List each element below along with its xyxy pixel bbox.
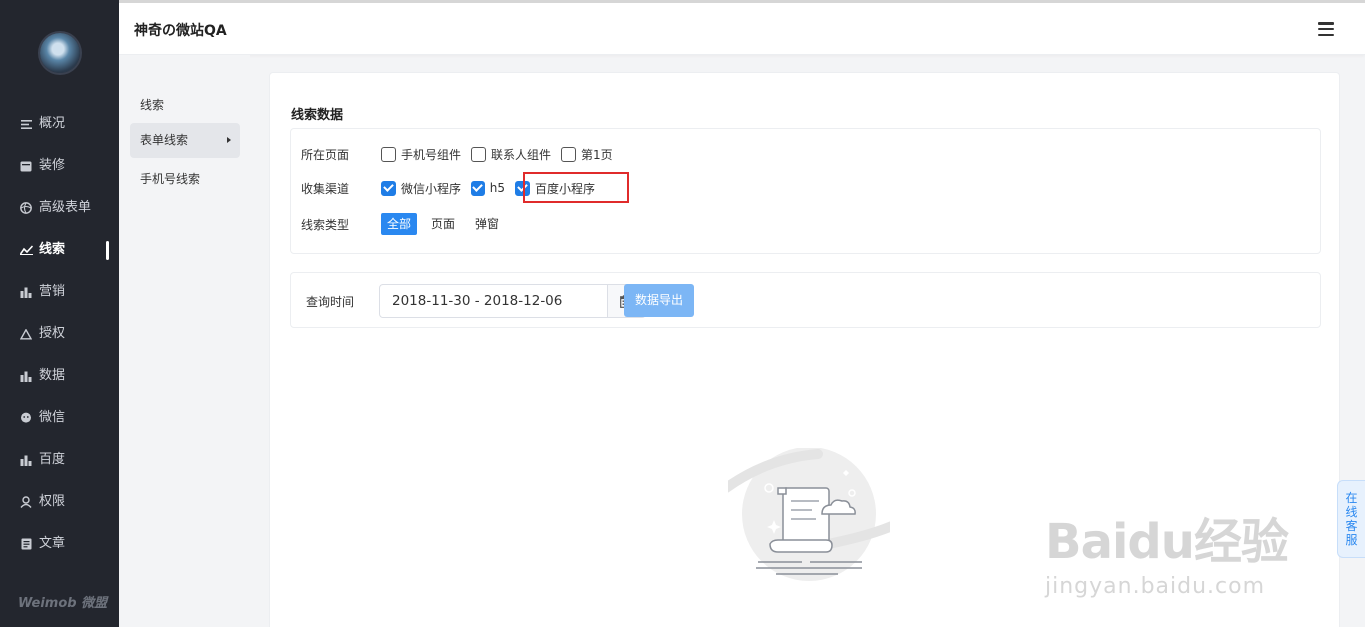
main-card: 线索数据 所在页面 手机号组件 联系人组件 第1页 收集渠道 微信小程序 h5 … — [269, 72, 1340, 627]
checkbox-box[interactable] — [381, 146, 396, 162]
checkbox-phone-component[interactable]: 手机号组件 — [381, 146, 461, 163]
filter-label: 所在页面 — [301, 147, 350, 162]
filter-row-page: 所在页面 手机号组件 联系人组件 第1页 — [301, 142, 623, 166]
hamburger-menu-icon[interactable] — [1318, 22, 1334, 36]
type-tag-popup[interactable]: 弹窗 — [469, 213, 505, 235]
list-icon — [19, 117, 33, 131]
ball-icon — [19, 201, 33, 215]
checkbox-label: h5 — [489, 181, 506, 195]
sidebar-item-articles[interactable]: 文章 — [0, 523, 119, 565]
service-char: 服 — [1345, 533, 1358, 547]
bar-chart-icon — [19, 285, 33, 299]
user-icon — [19, 495, 33, 509]
secondary-nav: 线索 表单线索 手机号线索 — [119, 55, 250, 627]
online-service-button[interactable]: 在 线 客 服 — [1337, 480, 1365, 558]
sidebar-item-baidu[interactable]: 百度 — [0, 439, 119, 481]
sidebar-item-overview[interactable]: 概况 — [0, 103, 119, 145]
service-char: 在 — [1345, 491, 1358, 505]
trend-icon — [19, 243, 33, 257]
subnav-item-form-leads[interactable]: 表单线索 — [130, 123, 240, 158]
section-title: 线索数据 — [291, 108, 344, 123]
sidebar-item-label: 百度 — [39, 452, 66, 467]
sidebar-item-label: 数据 — [39, 368, 66, 383]
sidebar-item-label: 营销 — [39, 284, 66, 299]
checkbox-box[interactable] — [471, 180, 485, 196]
query-panel: 查询时间 2018-11-30 - 2018-12-06 数据导出 — [290, 272, 1321, 328]
sidebar-item-marketing[interactable]: 营销 — [0, 271, 119, 313]
checkbox-label: 微信小程序 — [401, 181, 462, 196]
recycle-icon — [19, 327, 33, 341]
subnav-group-title: 线索 — [140, 98, 165, 112]
bar-chart-icon — [19, 369, 33, 383]
sidebar-nav: 概况 装修 高级表单 线索 营销 授权 数据 微信 百度 权限 文章 — [0, 103, 119, 565]
filter-row-type: 线索类型 全部 页面 弹窗 — [301, 212, 513, 236]
filter-label: 收集渠道 — [301, 181, 350, 196]
sidebar-item-label: 微信 — [39, 410, 66, 425]
subnav-item-label: 手机号线索 — [140, 172, 201, 186]
checkbox-h5[interactable]: h5 — [471, 180, 506, 196]
checkbox-label: 第1页 — [581, 147, 613, 162]
export-data-button[interactable]: 数据导出 — [624, 284, 694, 317]
document-icon — [19, 537, 33, 551]
chat-icon — [19, 411, 33, 425]
checkbox-contact-component[interactable]: 联系人组件 — [471, 146, 551, 163]
sidebar-item-advanced-form[interactable]: 高级表单 — [0, 187, 119, 229]
date-range-input[interactable]: 2018-11-30 - 2018-12-06 — [379, 284, 608, 318]
subnav-item-phone-leads[interactable]: 手机号线索 — [130, 162, 240, 197]
app-title: 神奇の微站QA — [134, 23, 227, 39]
sidebar-item-label: 权限 — [39, 494, 66, 509]
box-icon — [19, 159, 33, 173]
avatar[interactable] — [40, 33, 80, 73]
checkbox-box[interactable] — [381, 180, 396, 196]
service-char: 线 — [1345, 505, 1358, 519]
sidebar-item-leads[interactable]: 线索 — [0, 229, 119, 271]
brand-logo: Weimob 微盟 — [18, 596, 108, 611]
filter-panel: 所在页面 手机号组件 联系人组件 第1页 收集渠道 微信小程序 h5 百度小程序… — [290, 128, 1321, 254]
subnav-item-label: 表单线索 — [140, 133, 189, 147]
sidebar-item-authorization[interactable]: 授权 — [0, 313, 119, 355]
highlight-box — [523, 172, 629, 203]
bar-chart-icon — [19, 453, 33, 467]
caret-right-icon — [227, 137, 231, 143]
checkbox-box[interactable] — [471, 146, 487, 162]
sidebar: 概况 装修 高级表单 线索 营销 授权 数据 微信 百度 权限 文章 Weimo… — [0, 0, 119, 627]
sidebar-item-label: 授权 — [39, 326, 66, 341]
sidebar-item-wechat[interactable]: 微信 — [0, 397, 119, 439]
sidebar-item-decoration[interactable]: 装修 — [0, 145, 119, 187]
sidebar-item-label: 高级表单 — [39, 200, 92, 215]
sidebar-item-data[interactable]: 数据 — [0, 355, 119, 397]
type-tag-page[interactable]: 页面 — [425, 213, 461, 235]
sidebar-item-permissions[interactable]: 权限 — [0, 481, 119, 523]
sidebar-item-label: 文章 — [39, 536, 66, 551]
checkbox-label: 手机号组件 — [401, 147, 462, 162]
service-char: 客 — [1345, 519, 1358, 533]
empty-state-illustration — [721, 447, 897, 583]
sidebar-item-label: 线索 — [39, 242, 66, 257]
checkbox-page-1[interactable]: 第1页 — [561, 146, 613, 163]
sidebar-item-label: 概况 — [39, 116, 66, 131]
query-label: 查询时间 — [306, 295, 355, 309]
checkbox-label: 联系人组件 — [491, 147, 552, 162]
checkbox-wechat-miniprogram[interactable]: 微信小程序 — [381, 180, 461, 197]
checkbox-box[interactable] — [561, 146, 577, 162]
sidebar-item-label: 装修 — [39, 158, 66, 173]
filter-label: 线索类型 — [301, 217, 350, 232]
top-header: 神奇の微站QA — [119, 0, 1365, 55]
type-tag-all[interactable]: 全部 — [381, 213, 418, 235]
